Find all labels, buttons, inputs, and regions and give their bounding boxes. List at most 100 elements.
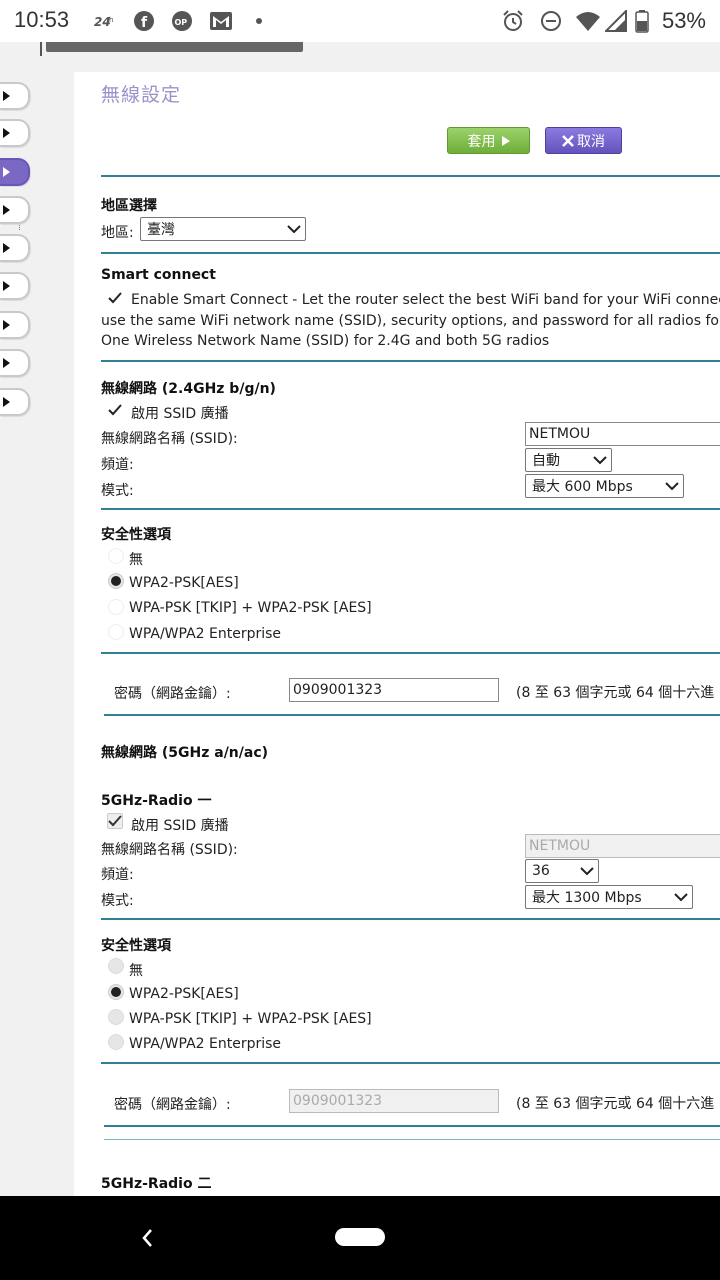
expand-arrow-icon (3, 167, 10, 177)
main-content: 無線設定 套用 取消 地區選擇 地區: 臺灣 Smart connect Ena… (74, 72, 720, 1196)
divider (104, 714, 720, 716)
expand-arrow-icon (3, 358, 10, 368)
wifi24-ssid-broadcast-checkbox[interactable] (107, 402, 123, 418)
security24-option-wpa-mixed: WPA-PSK [TKIP] + WPA2-PSK [AES] (129, 600, 372, 616)
close-icon (562, 134, 574, 147)
wifi5-ssid-label: 無線網路名稱 (SSID): (101, 842, 238, 858)
wifi5-mode-select[interactable]: 最大 1300 Mbps (525, 885, 693, 909)
expand-arrow-icon (3, 91, 10, 101)
wifi5-channel-value: 36 (532, 863, 550, 879)
divider (101, 360, 720, 362)
security24-radio-none[interactable] (108, 548, 124, 564)
security5-radio-enterprise[interactable] (108, 1034, 124, 1050)
region-label: 地區: (101, 225, 134, 241)
expand-arrow-icon (3, 397, 10, 407)
security5-option-wpa-mixed: WPA-PSK [TKIP] + WPA2-PSK [AES] (129, 1011, 372, 1027)
expand-arrow-icon (3, 281, 10, 291)
wifi24-mode-select[interactable]: 最大 600 Mbps (525, 474, 684, 498)
wifi5-ssid-input[interactable]: NETMOU (525, 834, 720, 858)
home-button[interactable] (335, 1228, 385, 1246)
wifi24-ssid-broadcast-label: 啟用 SSID 廣播 (131, 406, 229, 422)
divider (101, 918, 720, 920)
wifi5-ssid-broadcast-checkbox[interactable] (107, 813, 123, 829)
sidebar-item-5[interactable] (0, 234, 30, 262)
scroll-marker (40, 42, 42, 56)
wifi24-mode-label: 模式: (101, 483, 134, 499)
wifi5-title: 無線網路 (5GHz a/n/ac) (101, 745, 269, 761)
chevron-down-icon (580, 867, 594, 876)
sidebar-item-8[interactable] (0, 349, 30, 377)
gmail-icon (208, 9, 234, 33)
smart-connect-checkbox[interactable] (107, 290, 123, 306)
wifi5-channel-select[interactable]: 36 (525, 859, 599, 883)
region-title: 地區選擇 (101, 198, 157, 214)
wifi24-channel-value: 自動 (532, 453, 560, 469)
wifi24-title: 無線網路 (2.4GHz b/g/n) (101, 381, 276, 397)
sidebar-item-7[interactable] (0, 311, 30, 339)
sidebar-item-wireless[interactable] (0, 158, 30, 186)
apply-button[interactable]: 套用 (447, 127, 530, 154)
wifi5-mode-value: 最大 1300 Mbps (532, 890, 642, 906)
security24-title: 安全性選項 (101, 527, 171, 543)
alarm-icon (500, 9, 526, 33)
wifi-icon (574, 9, 602, 33)
24h-icon: 24 h (94, 9, 118, 33)
sidebar-item-2[interactable] (0, 119, 30, 147)
cancel-button[interactable]: 取消 (545, 127, 622, 154)
divider (101, 1062, 720, 1064)
sidebar (0, 72, 74, 1196)
battery-icon (634, 9, 650, 33)
security24-radio-wpa-mixed[interactable] (108, 599, 124, 615)
security24-password-hint: (8 至 63 個字元或 64 個十六進 (516, 685, 715, 701)
chevron-down-icon (287, 225, 301, 234)
chevron-down-icon (665, 482, 679, 491)
chevron-down-icon (674, 893, 688, 902)
security5-password-hint: (8 至 63 個字元或 64 個十六進 (516, 1096, 715, 1112)
page-title: 無線設定 (101, 84, 182, 106)
security5-radio-none[interactable] (108, 958, 124, 974)
navigation-bar (0, 1196, 720, 1280)
security5-radio-wpa-mixed[interactable] (108, 1009, 124, 1025)
security5-option-none: 無 (129, 963, 143, 979)
expand-arrow-icon (3, 320, 10, 330)
signal-icon (604, 9, 628, 33)
chevron-down-icon (593, 456, 607, 465)
sidebar-item-6[interactable] (0, 272, 30, 300)
horizontal-scrollbar[interactable] (46, 42, 303, 52)
status-bar: 10:53 24 h f OP 53% (0, 0, 720, 42)
svg-text:OP: OP (175, 18, 188, 27)
security5-option-enterprise: WPA/WPA2 Enterprise (129, 1036, 282, 1052)
security5-radio-wpa2[interactable] (108, 984, 124, 1000)
security24-password-input[interactable]: 0909001323 (289, 678, 499, 702)
svg-text:f: f (141, 15, 148, 31)
check-icon (108, 404, 122, 416)
sidebar-item-9[interactable] (0, 388, 30, 416)
play-icon (501, 135, 510, 146)
facebook-icon: f (132, 9, 156, 33)
security24-radio-enterprise[interactable] (108, 624, 124, 640)
svg-text:h: h (109, 16, 113, 24)
back-icon[interactable] (136, 1226, 160, 1250)
sidebar-item-1[interactable] (0, 82, 30, 110)
wifi5-radio1-title: 5GHz-Radio 一 (101, 793, 212, 809)
wifi24-channel-label: 頻道: (101, 457, 134, 473)
check-icon (108, 815, 122, 827)
sidebar-item-4[interactable] (0, 196, 30, 224)
security5-option-wpa2: WPA2-PSK[AES] (129, 986, 239, 1002)
wifi24-ssid-input[interactable]: NETMOU (525, 422, 720, 446)
region-select[interactable]: 臺灣 (140, 217, 306, 241)
security24-radio-wpa2[interactable] (108, 573, 124, 589)
expand-arrow-icon (3, 128, 10, 138)
security5-title: 安全性選項 (101, 938, 171, 954)
security24-option-wpa2: WPA2-PSK[AES] (129, 575, 239, 591)
security5-password-input[interactable]: 0909001323 (289, 1089, 499, 1113)
smart-connect-line1: Enable Smart Connect - Let the router se… (131, 292, 720, 308)
divider (104, 1139, 720, 1140)
smart-connect-line2: use the same WiFi network name (SSID), s… (101, 313, 720, 329)
check-icon (108, 292, 122, 304)
expand-arrow-icon (3, 243, 10, 253)
dnd-icon (538, 9, 564, 33)
wifi5-radio2-title: 5GHz-Radio 二 (101, 1176, 212, 1192)
smart-connect-title: Smart connect (101, 267, 216, 283)
wifi24-channel-select[interactable]: 自動 (525, 448, 612, 472)
